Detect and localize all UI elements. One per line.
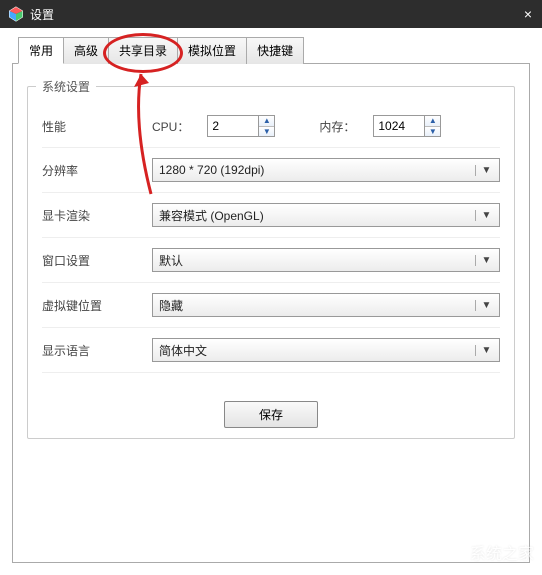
tabs: 常用 高级 共享目录 模拟位置 快捷键 (18, 36, 530, 63)
chevron-down-icon: ▼ (475, 300, 493, 311)
memory-input[interactable] (374, 116, 424, 136)
content-area: 常用 高级 共享目录 模拟位置 快捷键 系统设置 性能 CPU： ▲▼ 内存： (0, 28, 542, 575)
select-window-setting[interactable]: 默认 ▼ (152, 248, 500, 272)
select-lang-value: 简体中文 (159, 342, 475, 359)
chevron-down-icon[interactable]: ▼ (259, 126, 274, 137)
chevron-down-icon: ▼ (475, 345, 493, 356)
row-display-language: 显示语言 简体中文 ▼ (42, 328, 500, 373)
app-logo-icon (8, 6, 24, 22)
panel: 系统设置 性能 CPU： ▲▼ 内存： ▲▼ (12, 63, 530, 563)
select-virtual-key-pos[interactable]: 隐藏 ▼ (152, 293, 500, 317)
select-resolution-value: 1280 * 720 (192dpi) (159, 163, 475, 177)
cpu-stepper[interactable]: ▲▼ (207, 115, 275, 137)
label-window-setting: 窗口设置 (42, 252, 152, 269)
label-resolution: 分辨率 (42, 162, 152, 179)
select-display-language[interactable]: 简体中文 ▼ (152, 338, 500, 362)
select-vkb-value: 隐藏 (159, 297, 475, 314)
row-performance: 性能 CPU： ▲▼ 内存： ▲▼ (42, 105, 500, 148)
select-window-value: 默认 (159, 252, 475, 269)
chevron-down-icon: ▼ (475, 210, 493, 221)
label-performance: 性能 (42, 118, 152, 135)
row-gpu-render: 显卡渲染 兼容模式 (OpenGL) ▼ (42, 193, 500, 238)
tab-shortcuts[interactable]: 快捷键 (246, 37, 304, 64)
select-gpu-render[interactable]: 兼容模式 (OpenGL) ▼ (152, 203, 500, 227)
row-virtual-key-pos: 虚拟键位置 隐藏 ▼ (42, 283, 500, 328)
memory-spin[interactable]: ▲▼ (424, 116, 440, 136)
memory-stepper[interactable]: ▲▼ (373, 115, 441, 137)
row-window-setting: 窗口设置 默认 ▼ (42, 238, 500, 283)
chevron-down-icon[interactable]: ▼ (425, 126, 440, 137)
label-display-language: 显示语言 (42, 342, 152, 359)
save-button[interactable]: 保存 (224, 401, 318, 428)
close-icon[interactable]: × (524, 6, 532, 22)
tab-advanced[interactable]: 高级 (63, 37, 109, 64)
label-memory: 内存： (319, 118, 355, 135)
label-gpu-render: 显卡渲染 (42, 207, 152, 224)
chevron-down-icon: ▼ (475, 255, 493, 266)
select-gpu-value: 兼容模式 (OpenGL) (159, 207, 475, 224)
label-cpu: CPU： (152, 118, 189, 135)
field-performance: CPU： ▲▼ 内存： ▲▼ (152, 115, 500, 137)
label-virtual-key-pos: 虚拟键位置 (42, 297, 152, 314)
cpu-input[interactable] (208, 116, 258, 136)
group-title: 系统设置 (36, 78, 96, 95)
window-title: 设置 (30, 6, 54, 23)
chevron-up-icon[interactable]: ▲ (259, 116, 274, 126)
tab-shared-dir[interactable]: 共享目录 (108, 37, 178, 64)
tab-mock-location[interactable]: 模拟位置 (177, 37, 247, 64)
chevron-down-icon: ▼ (475, 165, 493, 176)
row-resolution: 分辨率 1280 * 720 (192dpi) ▼ (42, 148, 500, 193)
select-resolution[interactable]: 1280 * 720 (192dpi) ▼ (152, 158, 500, 182)
group-system-settings: 系统设置 性能 CPU： ▲▼ 内存： ▲▼ (27, 86, 515, 439)
chevron-up-icon[interactable]: ▲ (425, 116, 440, 126)
save-row: 保存 (42, 401, 500, 428)
cpu-spin[interactable]: ▲▼ (258, 116, 274, 136)
titlebar: 设置 × (0, 0, 542, 28)
tab-common[interactable]: 常用 (18, 37, 64, 64)
